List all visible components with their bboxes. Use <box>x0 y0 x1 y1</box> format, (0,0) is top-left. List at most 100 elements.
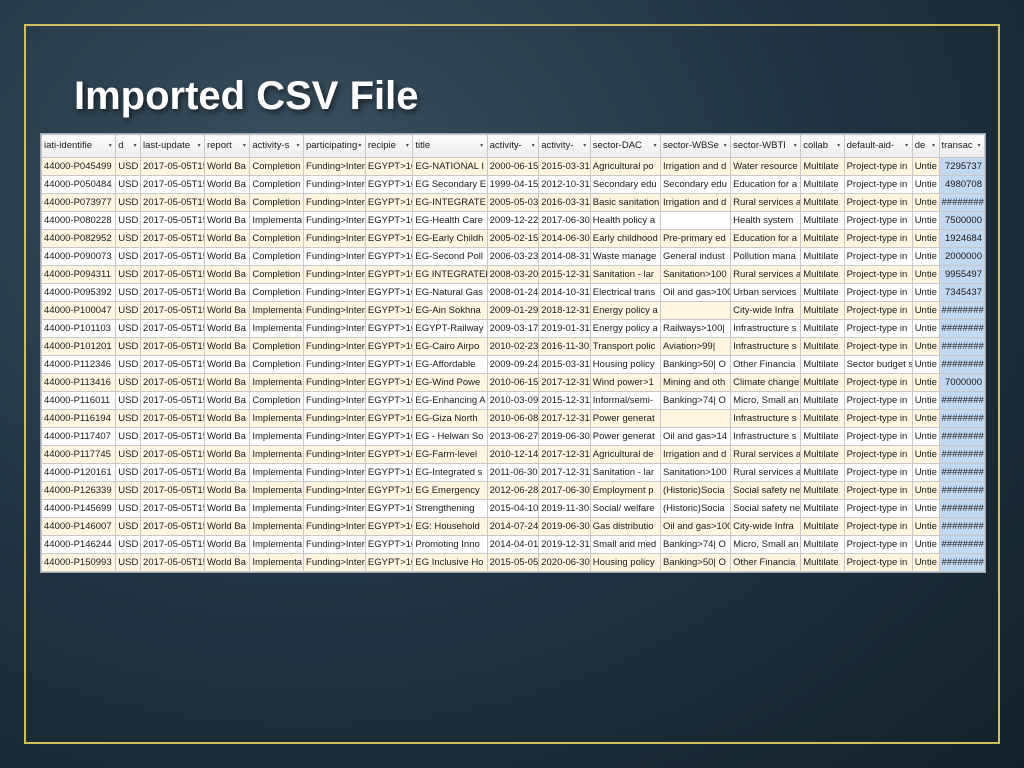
table-cell[interactable]: Untie <box>912 554 939 572</box>
table-cell[interactable]: EGYPT>10 <box>365 428 412 446</box>
table-cell[interactable]: USD <box>116 194 141 212</box>
table-cell[interactable]: Wind power>1 <box>590 374 660 392</box>
filter-dropdown-icon[interactable]: ▾ <box>721 141 729 151</box>
column-header[interactable]: collab▾ <box>801 135 844 158</box>
column-header[interactable]: participating▾ <box>304 135 366 158</box>
table-cell[interactable]: Implementa <box>250 302 304 320</box>
table-cell[interactable]: Electrical trans <box>590 284 660 302</box>
filter-dropdown-icon[interactable]: ▾ <box>975 141 983 151</box>
table-cell[interactable]: EG-Integrated s <box>413 464 487 482</box>
filter-dropdown-icon[interactable]: ▾ <box>195 141 203 151</box>
table-cell[interactable]: 44000-P113416 <box>42 374 116 392</box>
table-cell[interactable]: Funding>Intern <box>304 464 366 482</box>
table-cell[interactable]: Project-type in <box>844 158 912 176</box>
table-cell[interactable]: Multilate <box>801 482 844 500</box>
table-cell[interactable]: 2017-06-30 <box>539 212 591 230</box>
table-cell[interactable]: ######## <box>939 536 985 554</box>
table-cell[interactable]: Banking>74| O <box>660 392 730 410</box>
table-cell[interactable]: 2017-05-05T15: <box>141 554 205 572</box>
table-cell[interactable]: Multilate <box>801 392 844 410</box>
table-cell[interactable]: EGYPT>10 <box>365 356 412 374</box>
table-cell[interactable]: EGYPT>10 <box>365 248 412 266</box>
table-cell[interactable]: 7000000 <box>939 374 985 392</box>
table-cell[interactable]: Project-type in <box>844 392 912 410</box>
table-cell[interactable]: 44000-P045499 <box>42 158 116 176</box>
table-cell[interactable]: Multilate <box>801 554 844 572</box>
table-cell[interactable]: EGYPT>10 <box>365 284 412 302</box>
table-cell[interactable]: 2017-05-05T15: <box>141 158 205 176</box>
table-cell[interactable]: Funding>Intern <box>304 338 366 356</box>
table-cell[interactable]: EG-Affordable <box>413 356 487 374</box>
table-cell[interactable]: World Ba <box>204 482 249 500</box>
column-header[interactable]: activity-s▾ <box>250 135 304 158</box>
table-cell[interactable]: Small and med <box>590 536 660 554</box>
table-cell[interactable]: World Ba <box>204 320 249 338</box>
table-cell[interactable]: 2017-12-31 <box>539 446 591 464</box>
table-cell[interactable]: EGYPT>10 <box>365 554 412 572</box>
table-cell[interactable]: Agricultural de <box>590 446 660 464</box>
table-cell[interactable]: Untie <box>912 518 939 536</box>
table-cell[interactable]: Multilate <box>801 500 844 518</box>
table-cell[interactable]: Funding>Intern <box>304 248 366 266</box>
table-cell[interactable]: Railways>100| <box>660 320 730 338</box>
table-cell[interactable]: 44000-P145699 <box>42 500 116 518</box>
table-cell[interactable]: Multilate <box>801 320 844 338</box>
table-cell[interactable]: 2018-12-31 <box>539 302 591 320</box>
table-cell[interactable]: 2017-12-31 <box>539 374 591 392</box>
table-cell[interactable]: Agricultural po <box>590 158 660 176</box>
table-cell[interactable]: Funding>Intern <box>304 284 366 302</box>
table-cell[interactable]: World Ba <box>204 248 249 266</box>
table-cell[interactable]: Early childhood <box>590 230 660 248</box>
table-cell[interactable]: Implementa <box>250 482 304 500</box>
table-cell[interactable]: Promoting Inno <box>413 536 487 554</box>
table-cell[interactable]: 2017-05-05T15: <box>141 176 205 194</box>
table-cell[interactable]: Project-type in <box>844 464 912 482</box>
table-cell[interactable]: Project-type in <box>844 554 912 572</box>
table-cell[interactable]: Completion <box>250 194 304 212</box>
table-cell[interactable]: Untie <box>912 320 939 338</box>
table-cell[interactable]: World Ba <box>204 536 249 554</box>
table-cell[interactable]: EGYPT>10 <box>365 194 412 212</box>
table-cell[interactable]: 9955497 <box>939 266 985 284</box>
table-cell[interactable]: 2014-08-31 <box>539 248 591 266</box>
table-cell[interactable]: USD <box>116 212 141 230</box>
table-cell[interactable]: Banking>50| O <box>660 554 730 572</box>
table-cell[interactable]: Sanitation - lar <box>590 464 660 482</box>
table-cell[interactable]: Funding>Intern <box>304 194 366 212</box>
table-cell[interactable]: 44000-P073977 <box>42 194 116 212</box>
table-cell[interactable]: USD <box>116 446 141 464</box>
table-cell[interactable]: Untie <box>912 230 939 248</box>
table-cell[interactable]: Untie <box>912 284 939 302</box>
table-cell[interactable]: 2017-05-05T15: <box>141 410 205 428</box>
table-cell[interactable]: Funding>Intern <box>304 410 366 428</box>
filter-dropdown-icon[interactable]: ▾ <box>106 141 114 151</box>
table-cell[interactable]: Sanitation - lar <box>590 266 660 284</box>
table-cell[interactable]: Project-type in <box>844 518 912 536</box>
table-cell[interactable]: Multilate <box>801 284 844 302</box>
table-cell[interactable]: Project-type in <box>844 176 912 194</box>
table-cell[interactable]: USD <box>116 482 141 500</box>
table-cell[interactable]: ######## <box>939 518 985 536</box>
table-cell[interactable]: 2020-06-30 <box>539 554 591 572</box>
table-cell[interactable]: Multilate <box>801 356 844 374</box>
table-cell[interactable]: Project-type in <box>844 446 912 464</box>
table-cell[interactable]: 2017-05-05T15: <box>141 266 205 284</box>
table-cell[interactable]: World Ba <box>204 428 249 446</box>
table-cell[interactable]: USD <box>116 284 141 302</box>
table-cell[interactable]: Completion <box>250 158 304 176</box>
table-cell[interactable]: Multilate <box>801 176 844 194</box>
table-cell[interactable]: Implementa <box>250 212 304 230</box>
table-cell[interactable]: Multilate <box>801 518 844 536</box>
table-cell[interactable]: USD <box>116 464 141 482</box>
table-cell[interactable]: 7345437 <box>939 284 985 302</box>
table-cell[interactable]: 44000-P112346 <box>42 356 116 374</box>
table-cell[interactable]: Project-type in <box>844 536 912 554</box>
table-cell[interactable]: Infrastructure s <box>731 410 801 428</box>
table-cell[interactable]: EG-Wind Powe <box>413 374 487 392</box>
table-cell[interactable]: 2012-10-31 <box>539 176 591 194</box>
column-header[interactable]: default-aid-▾ <box>844 135 912 158</box>
table-cell[interactable]: Micro, Small an <box>731 536 801 554</box>
table-cell[interactable]: Implementa <box>250 554 304 572</box>
table-cell[interactable]: 2016-11-30 <box>539 338 591 356</box>
column-header[interactable]: report▾ <box>204 135 249 158</box>
